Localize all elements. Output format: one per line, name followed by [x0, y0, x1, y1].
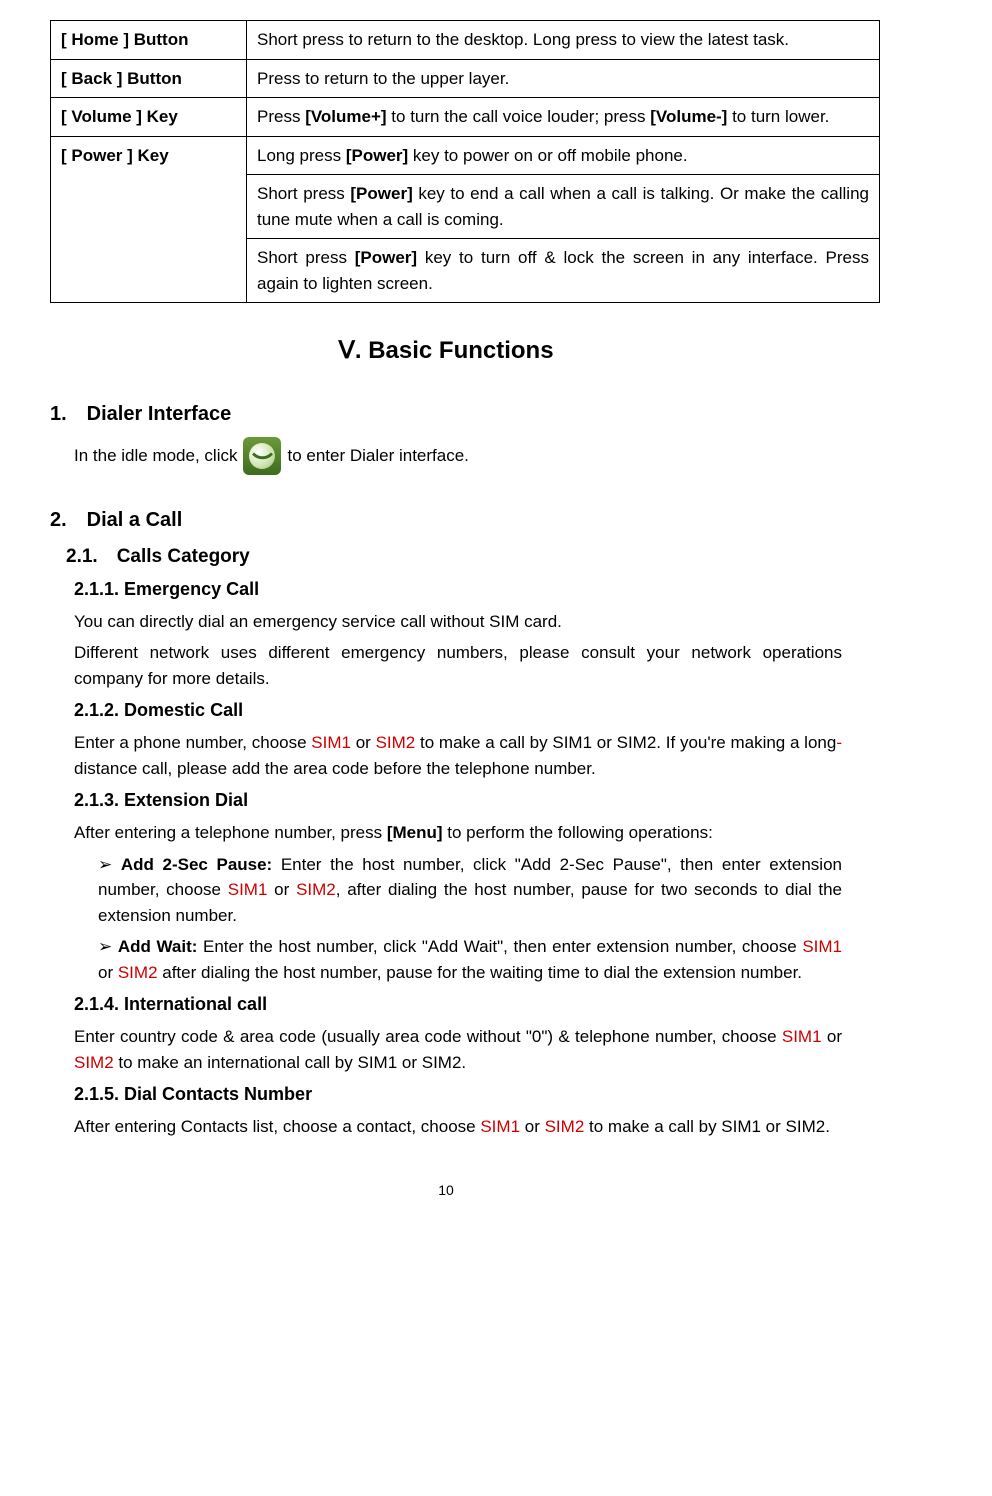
dialer-line: In the idle mode, click to enter Dialer … [74, 437, 842, 475]
row-label: [ Home ] Button [51, 21, 247, 60]
text: Press [257, 107, 305, 126]
bullet-title: Add Wait: [118, 937, 203, 956]
row-desc: Short press [Power] key to turn off & lo… [247, 239, 880, 303]
bold-text: [Power] [350, 184, 412, 203]
text: to turn lower. [727, 107, 829, 126]
heading-dialer-interface: 1. Dialer Interface [50, 399, 842, 429]
row-desc: Short press [Power] key to end a call wh… [247, 175, 880, 239]
row-desc: Press [Volume+] to turn the call voice l… [247, 98, 880, 137]
text: or [351, 733, 376, 752]
text: to enter Dialer interface. [287, 443, 468, 469]
text: In the idle mode, click [74, 443, 237, 469]
sim2-text: SIM2 [545, 1117, 585, 1136]
text: key to power on or off mobile phone. [408, 146, 687, 165]
page-number: 10 [50, 1180, 842, 1201]
bold-text: [Power] [355, 248, 417, 267]
buttons-table: [ Home ] Button Short press to return to… [50, 20, 880, 303]
sim1-text: SIM1 [802, 937, 842, 956]
sim2-text: SIM2 [296, 880, 336, 899]
phone-icon [243, 437, 281, 475]
heading-calls-category: 2.1. Calls Category [66, 543, 842, 572]
bold-text: [Power] [346, 146, 408, 165]
text: Long press [257, 146, 346, 165]
sim1-text: SIM1 [228, 880, 268, 899]
row-desc: Short press to return to the desktop. Lo… [247, 21, 880, 60]
paragraph: After entering Contacts list, choose a c… [74, 1114, 842, 1140]
text: to make an international call by SIM1 or… [114, 1053, 466, 1072]
text: Enter a phone number, choose [74, 733, 311, 752]
text: Short press [257, 184, 350, 203]
paragraph: Enter country code & area code (usually … [74, 1024, 842, 1075]
row-desc: Press to return to the upper layer. [247, 59, 880, 98]
text: distance call, please add the area code … [74, 759, 596, 778]
text: or [267, 880, 296, 899]
text: to make a call by SIM1 or SIM2. If you'r… [415, 733, 836, 752]
paragraph: Different network uses different emergen… [74, 640, 842, 691]
text: to turn the call voice louder; press [387, 107, 651, 126]
table-row: [ Volume ] Key Press [Volume+] to turn t… [51, 98, 880, 137]
paragraph: After entering a telephone number, press… [74, 820, 842, 846]
text: Enter the host number, click "Add Wait",… [203, 937, 802, 956]
heading-international-call: 2.1.4. International call [74, 991, 842, 1018]
text: or [822, 1027, 842, 1046]
paragraph: You can directly dial an emergency servi… [74, 609, 842, 635]
text: After entering a telephone number, press [74, 823, 387, 842]
bullet-arrow-icon: ➢ [98, 855, 112, 874]
table-row: [ Home ] Button Short press to return to… [51, 21, 880, 60]
paragraph: Enter a phone number, choose SIM1 or SIM… [74, 730, 842, 781]
sim1-text: SIM1 [311, 733, 351, 752]
text: or [520, 1117, 545, 1136]
text: Enter country code & area code (usually … [74, 1027, 782, 1046]
text: Short press [257, 248, 355, 267]
bullet-add-2sec-pause: ➢ Add 2-Sec Pause: Enter the host number… [98, 852, 842, 929]
bullet-title: Add 2-Sec Pause: [121, 855, 281, 874]
table-row: [ Back ] Button Press to return to the u… [51, 59, 880, 98]
row-label: [ Power ] Key [51, 136, 247, 303]
row-label: [ Back ] Button [51, 59, 247, 98]
heading-dial-call: 2. Dial a Call [50, 505, 842, 535]
sim1-text: SIM1 [782, 1027, 822, 1046]
bullet-arrow-icon: ➢ [98, 937, 112, 956]
heading-emergency-call: 2.1.1. Emergency Call [74, 576, 842, 603]
text: or [98, 963, 118, 982]
hyphen: - [836, 733, 842, 752]
sim2-text: SIM2 [118, 963, 158, 982]
heading-dial-contacts: 2.1.5. Dial Contacts Number [74, 1081, 842, 1108]
sim1-text: SIM1 [480, 1117, 520, 1136]
bold-text: [Menu] [387, 823, 443, 842]
sim2-text: SIM2 [376, 733, 416, 752]
row-label: [ Volume ] Key [51, 98, 247, 137]
bold-text: [Volume-] [650, 107, 727, 126]
heading-extension-dial: 2.1.3. Extension Dial [74, 787, 842, 814]
text: after dialing the host number, pause for… [158, 963, 803, 982]
table-row: [ Power ] Key Long press [Power] key to … [51, 136, 880, 175]
text: to perform the following operations: [443, 823, 713, 842]
section-title: Ⅴ. Basic Functions [50, 333, 842, 369]
text: After entering Contacts list, choose a c… [74, 1117, 480, 1136]
text: to make a call by SIM1 or SIM2. [584, 1117, 830, 1136]
sim2-text: SIM2 [74, 1053, 114, 1072]
bold-text: [Volume+] [305, 107, 386, 126]
heading-domestic-call: 2.1.2. Domestic Call [74, 697, 842, 724]
bullet-add-wait: ➢ Add Wait: Enter the host number, click… [98, 934, 842, 985]
row-desc: Long press [Power] key to power on or of… [247, 136, 880, 175]
